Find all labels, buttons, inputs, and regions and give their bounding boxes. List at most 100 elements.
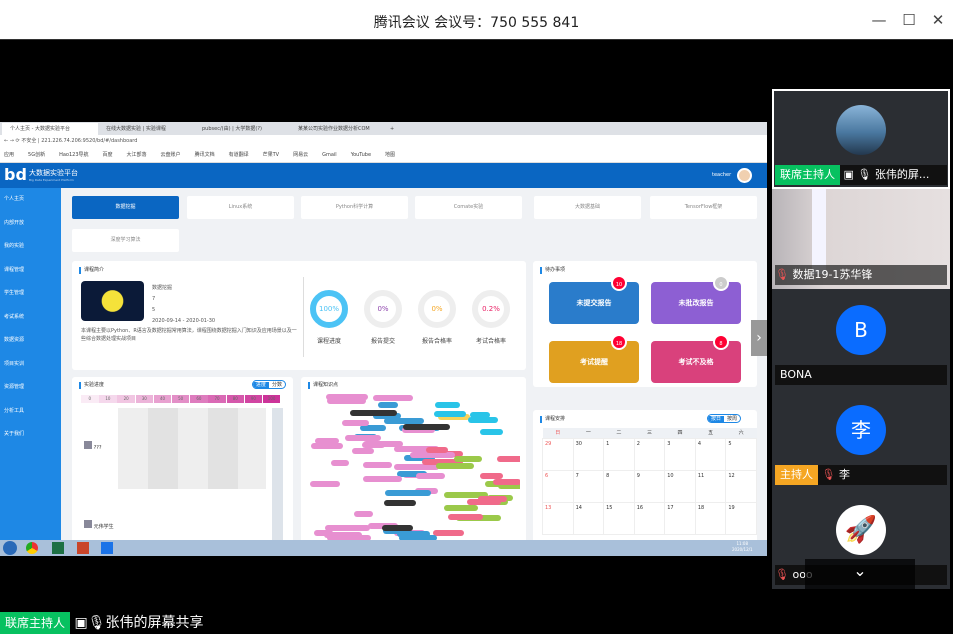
excel-icon[interactable] — [52, 542, 64, 554]
sidebar-item[interactable]: 学生管理 — [4, 288, 60, 298]
bookmark[interactable]: 芒果TV — [263, 152, 279, 158]
minimize-button[interactable]: — — [869, 10, 889, 30]
scrollbar[interactable] — [272, 408, 283, 548]
sidebar-item[interactable]: 资源管理 — [4, 382, 60, 392]
calendar-toggle[interactable]: 按日 按周 — [707, 414, 742, 423]
calendar-day[interactable]: 13 — [542, 501, 574, 535]
toggle-day[interactable]: 按日 — [708, 416, 725, 422]
todo-item[interactable]: 未批改报告 — [651, 282, 741, 324]
close-button[interactable]: ✕ — [928, 10, 948, 30]
bookmark[interactable]: Gmail — [322, 152, 337, 158]
calendar-day[interactable]: 15 — [603, 501, 635, 535]
mindmap-node[interactable] — [415, 473, 446, 480]
course-tab[interactable]: Python科学计算 — [301, 196, 408, 219]
bookmark[interactable]: 有道翻译 — [229, 152, 249, 158]
mindmap-node[interactable] — [314, 530, 334, 537]
course-tab[interactable]: 数据挖掘 — [72, 196, 179, 219]
calendar-day[interactable]: 10 — [664, 469, 696, 503]
mindmap-node[interactable] — [342, 420, 370, 427]
start-button[interactable] — [3, 541, 17, 555]
mindmap-node[interactable] — [384, 490, 432, 497]
mindmap-node[interactable] — [394, 464, 439, 471]
sidebar-item[interactable]: 考试系统 — [4, 312, 60, 322]
browser-tab[interactable]: 在线大数据实验 | 实验课程 — [98, 123, 194, 135]
mindmap-node[interactable] — [480, 429, 503, 436]
calendar-day[interactable]: 16 — [633, 501, 666, 535]
browser-tab[interactable]: pubsec/(由) | 大学数据(?) — [194, 123, 290, 135]
participant-tile[interactable]: 🚀 🎙 ooo ⌄ — [772, 489, 950, 589]
mindmap-node[interactable] — [362, 442, 386, 449]
calendar-day[interactable]: 4 — [694, 437, 727, 471]
next-page-button[interactable]: › — [751, 320, 767, 356]
mindmap-node[interactable] — [453, 456, 482, 463]
mindmap-node[interactable] — [497, 455, 520, 462]
mindmap-node[interactable] — [330, 460, 349, 467]
mindmap-node[interactable] — [378, 402, 399, 409]
mindmap-node[interactable] — [434, 402, 460, 409]
mindmap-node[interactable] — [360, 425, 387, 432]
calendar-day[interactable]: 18 — [694, 501, 727, 535]
mindmap-node[interactable] — [443, 505, 478, 512]
bookmark[interactable]: 地图 — [385, 152, 395, 158]
sidebar-item[interactable]: 课程管理 — [4, 265, 60, 275]
bookmark[interactable]: 云盘账户 — [161, 152, 181, 158]
new-tab-button[interactable]: + — [386, 123, 400, 135]
mindmap-node[interactable] — [381, 524, 414, 531]
user-avatar[interactable] — [737, 168, 752, 183]
bookmark[interactable]: 大江部落 — [127, 152, 147, 158]
bookmark[interactable]: 百度 — [103, 152, 113, 158]
sidebar-item[interactable]: 我的实验 — [4, 241, 60, 251]
participant-tile[interactable]: 联席主持人 ▣ 🎙 张伟的屏... — [772, 89, 950, 189]
calendar-day[interactable]: 9 — [633, 469, 666, 503]
mindmap-node[interactable] — [383, 417, 425, 424]
bookmark[interactable]: Hao123导航 — [59, 152, 88, 158]
mindmap-node[interactable] — [325, 394, 369, 401]
calendar-day[interactable]: 6 — [542, 469, 574, 503]
collapse-panel-button[interactable]: ⌄ — [805, 559, 915, 589]
bookmark[interactable]: YouTube — [351, 152, 371, 158]
calendar-day[interactable]: 19 — [725, 501, 757, 535]
sidebar-item[interactable]: 关于我们 — [4, 429, 60, 439]
mindmap-node[interactable] — [384, 499, 416, 506]
mindmap-node[interactable] — [349, 410, 397, 417]
mindmap-node[interactable] — [310, 481, 341, 488]
course-tab[interactable]: 深度学习算法 — [72, 229, 179, 252]
participant-tile[interactable]: 李 主持人 🎙 李 — [772, 389, 950, 489]
mindmap[interactable] — [310, 391, 520, 541]
calendar-day[interactable]: 3 — [664, 437, 696, 471]
sidebar-item[interactable]: 内部开放 — [4, 218, 60, 228]
mindmap-node[interactable] — [448, 514, 483, 521]
mindmap-node[interactable] — [372, 394, 414, 401]
course-tab[interactable]: Linux系统 — [187, 196, 294, 219]
mindmap-node[interactable] — [353, 511, 373, 518]
tencent-meeting-icon[interactable] — [101, 542, 113, 554]
user-name[interactable]: teacher — [712, 172, 731, 178]
mindmap-node[interactable] — [362, 475, 402, 482]
bookmark[interactable]: 网易云 — [293, 152, 308, 158]
bookmark[interactable]: 腾讯文档 — [195, 152, 215, 158]
bookmark[interactable]: 5G创新 — [28, 152, 45, 158]
sidebar-item[interactable]: 个人主页 — [4, 194, 60, 204]
calendar-day[interactable]: 30 — [572, 437, 605, 471]
mindmap-node[interactable] — [352, 447, 375, 454]
calendar-day[interactable]: 1 — [603, 437, 635, 471]
browser-tab[interactable]: 某某公司实验作业数据分析COM — [290, 123, 386, 135]
calendar-day[interactable]: 2 — [633, 437, 666, 471]
address-bar[interactable]: ← → ⟳ 不安全 | 221.226.74.206:9520/bd/#/das… — [0, 135, 767, 148]
mindmap-node[interactable] — [363, 461, 392, 468]
mindmap-node[interactable] — [311, 443, 343, 450]
participant-tile[interactable]: 🎙 数据19-1苏华锋 — [772, 189, 950, 289]
sidebar-item[interactable]: 数据资源 — [4, 335, 60, 345]
calendar-day[interactable]: 7 — [572, 469, 605, 503]
progress-toggle[interactable]: 进度 分数 — [252, 380, 287, 389]
powerpoint-icon[interactable] — [77, 542, 89, 554]
toggle-progress[interactable]: 进度 — [253, 382, 270, 388]
mindmap-node[interactable] — [435, 463, 475, 470]
course-tab[interactable]: 大数据基础 — [534, 196, 641, 219]
browser-tab[interactable]: 个人主页 - 大数据实验平台 — [2, 123, 98, 135]
mindmap-node[interactable] — [467, 416, 499, 423]
mindmap-node[interactable] — [492, 479, 520, 486]
todo-item[interactable]: 考试不及格 — [651, 341, 741, 383]
mindmap-node[interactable] — [432, 529, 465, 536]
bookmark[interactable]: 应用 — [4, 152, 14, 158]
